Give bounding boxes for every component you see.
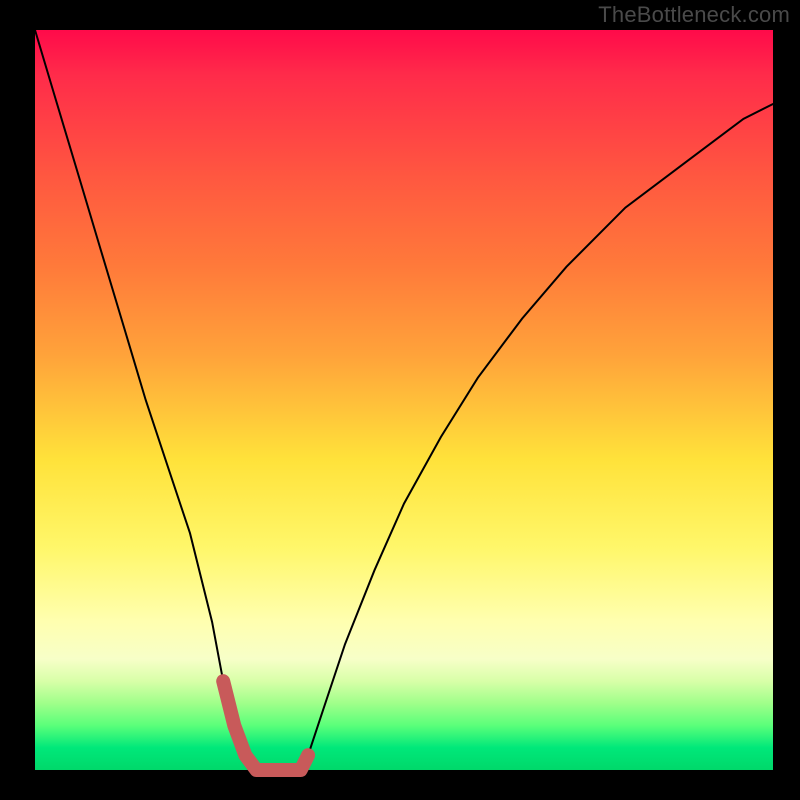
- bottom-highlight: [223, 681, 308, 770]
- watermark-text: TheBottleneck.com: [598, 2, 790, 28]
- chart-frame: TheBottleneck.com: [0, 0, 800, 800]
- curve-layer: [35, 30, 773, 770]
- bottleneck-curve: [35, 30, 773, 770]
